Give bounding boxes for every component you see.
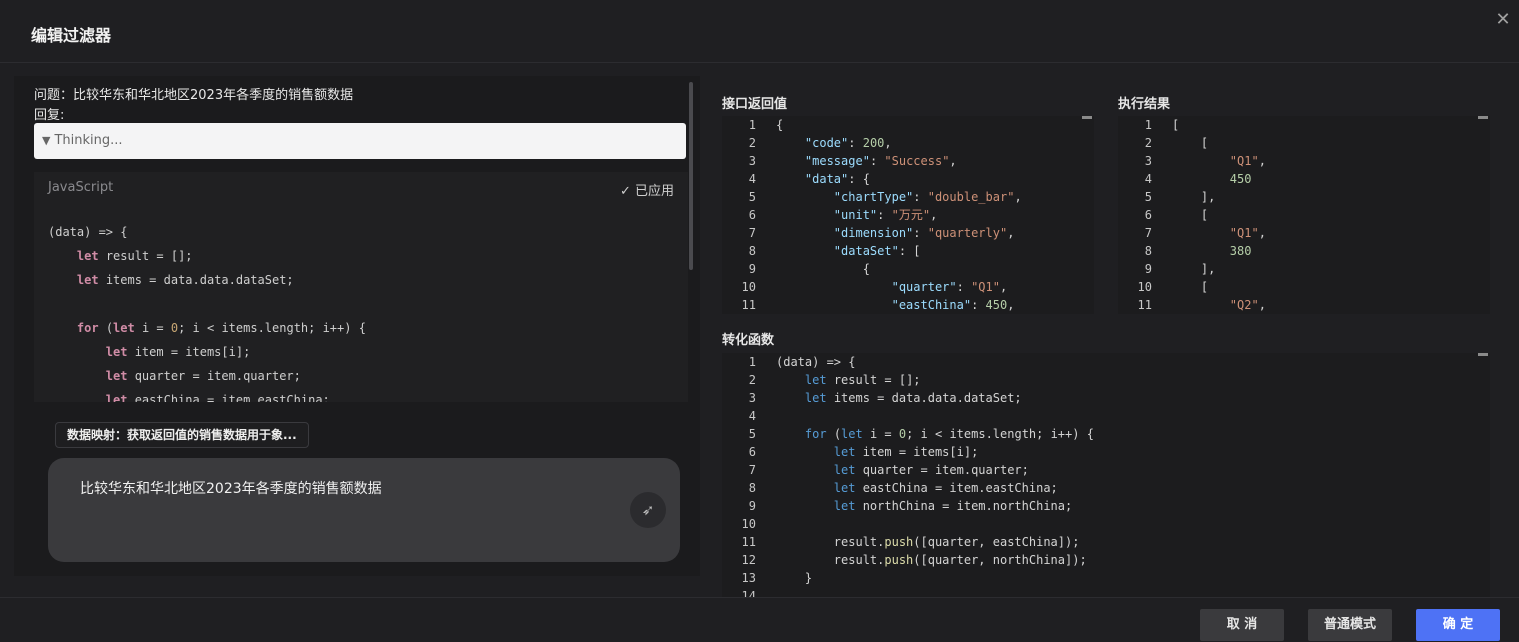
normal-mode-button[interactable]: 普通模式 — [1308, 609, 1392, 641]
transform-fn-editor[interactable]: 1 2 3 4 5 6 7 8 9 10 11 12 13 14 (data) => { let resu… — [722, 353, 1490, 597]
line-number: 11 — [741, 535, 756, 549]
line-number: 3 — [748, 391, 756, 405]
applied-label: 已应用 — [634, 184, 674, 199]
code-text: { "code": 200, "message": "Success", "da… — [776, 118, 1022, 312]
line-number: 9 — [1144, 262, 1152, 276]
dialog-title: 编辑过滤器 — [31, 26, 112, 45]
question-line: 问题：比较华东和华北地区2023年各季度的销售额数据 — [34, 88, 354, 103]
line-number: 13 — [741, 571, 756, 585]
code-preview: (data) => { let result = []; let items =… — [48, 225, 366, 402]
send-icon[interactable]: ➶ — [630, 492, 666, 528]
line-number: 7 — [1144, 226, 1152, 240]
line-number: 9 — [748, 499, 756, 513]
line-number: 3 — [748, 154, 756, 168]
line-number: 6 — [748, 445, 756, 459]
line-number: 1 — [748, 355, 756, 369]
line-number: 10 — [741, 517, 756, 531]
transform-fn-label: 转化函数 — [722, 333, 775, 348]
line-number: 11 — [741, 298, 756, 312]
minimap-marker — [1082, 116, 1092, 119]
scrollbar[interactable] — [689, 82, 693, 270]
line-number: 7 — [748, 226, 756, 240]
line-number: 4 — [1144, 172, 1152, 186]
chat-panel: 问题：比较华东和华北地区2023年各季度的销售额数据 回复: ▼ Thinking… — [14, 76, 700, 576]
line-numbers: 1 2 3 4 5 6 7 8 9 10 11 — [1118, 116, 1152, 314]
line-number: 5 — [1144, 190, 1152, 204]
line-number: 6 — [748, 208, 756, 222]
chat-input[interactable]: 比较华东和华北地区2023年各季度的销售额数据 ➶ — [48, 458, 680, 562]
line-number: 5 — [748, 427, 756, 441]
line-number: 1 — [1144, 118, 1152, 132]
chat-input-text: 比较华东和华北地区2023年各季度的销售额数据 — [80, 481, 382, 497]
code-card: JavaScript ✓ 已应用 (data) => { let result … — [34, 172, 688, 402]
caret-down-icon: ▼ — [42, 134, 51, 147]
thinking-text: Thinking... — [54, 133, 123, 148]
line-number: 2 — [748, 373, 756, 387]
line-number: 8 — [748, 244, 756, 258]
line-number: 6 — [1144, 208, 1152, 222]
api-return-editor[interactable]: 1 2 3 4 5 6 7 8 9 10 11 { "code": 200, "message": … — [722, 116, 1094, 314]
line-number: 7 — [748, 463, 756, 477]
cancel-button[interactable]: 取 消 — [1200, 609, 1284, 641]
data-mapping-chip[interactable]: 数据映射：获取返回值的销售数据用于象... — [55, 422, 309, 448]
line-number: 4 — [748, 409, 756, 423]
line-number: 10 — [741, 280, 756, 294]
minimap-marker — [1478, 116, 1488, 119]
line-number: 10 — [1137, 280, 1152, 294]
line-number: 1 — [748, 118, 756, 132]
exec-result-editor[interactable]: 1 2 3 4 5 6 7 8 9 10 11 [ [ "Q1", 450 ], [ "Q1", 3… — [1118, 116, 1490, 314]
line-number: 11 — [1137, 298, 1152, 312]
line-number: 5 — [748, 190, 756, 204]
line-number: 8 — [1144, 244, 1152, 258]
confirm-button[interactable]: 确 定 — [1416, 609, 1500, 641]
code-text: [ [ "Q1", 450 ], [ "Q1", 380 ], [ "Q2", — [1172, 118, 1266, 312]
code-text: (data) => { let result = []; let items =… — [776, 355, 1094, 585]
line-number: 2 — [1144, 136, 1152, 150]
close-icon[interactable]: ✕ — [1493, 10, 1513, 30]
dialog-header: 编辑过滤器 ✕ — [0, 0, 1519, 63]
thinking-toggle[interactable]: ▼ Thinking... — [34, 123, 686, 159]
line-number: 2 — [748, 136, 756, 150]
exec-result-label: 执行结果 — [1118, 97, 1171, 112]
check-icon: ✓ — [619, 184, 635, 199]
line-number: 14 — [741, 589, 756, 597]
line-number: 8 — [748, 481, 756, 495]
reply-label: 回复: — [34, 108, 65, 123]
line-number: 3 — [1144, 154, 1152, 168]
line-number: 9 — [748, 262, 756, 276]
code-language: JavaScript — [48, 180, 114, 195]
line-numbers: 1 2 3 4 5 6 7 8 9 10 11 12 13 14 — [722, 353, 756, 597]
dialog-footer: 取 消 普通模式 确 定 — [0, 597, 1519, 642]
minimap-marker — [1478, 353, 1488, 356]
line-number: 12 — [741, 553, 756, 567]
line-number: 4 — [748, 172, 756, 186]
applied-status: ✓ 已应用 — [620, 180, 674, 199]
api-return-label: 接口返回值 — [722, 97, 788, 112]
line-numbers: 1 2 3 4 5 6 7 8 9 10 11 — [722, 116, 756, 314]
